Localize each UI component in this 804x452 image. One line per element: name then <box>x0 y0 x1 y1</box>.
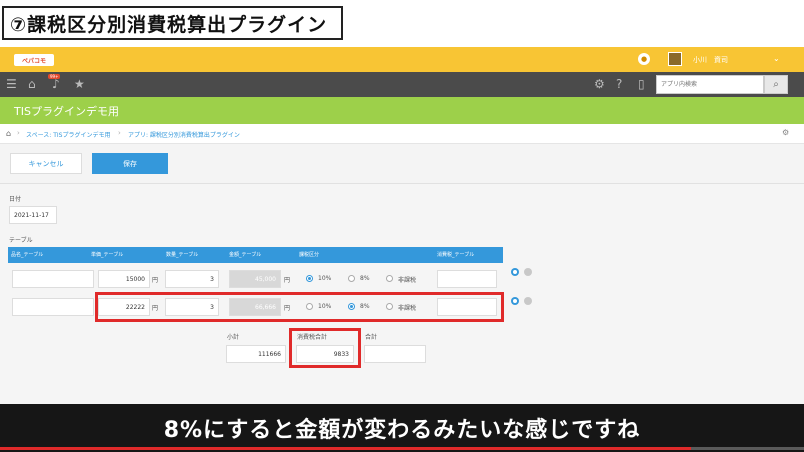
table-label: テーブル <box>9 237 33 244</box>
search-icon[interactable]: ⌕ <box>764 75 788 94</box>
total-label: 合計 <box>365 334 378 341</box>
subtotal-label: 小計 <box>227 334 240 341</box>
column-unit-price: 単価_テーブル <box>91 252 124 258</box>
row1-radio-8-label: 8% <box>360 275 370 282</box>
row2-add-row-button[interactable] <box>511 297 519 305</box>
row1-amount-yen: 円 <box>284 277 291 284</box>
video-progress-bar[interactable] <box>0 447 804 450</box>
action-bar: キャンセル 保存 <box>0 144 804 184</box>
app-title-bar: TISプラグインデモ用 <box>0 97 804 124</box>
video-caption: 8%にすると金額が変わるみたいな感じですね <box>163 418 641 443</box>
tax-total-highlight-box <box>289 328 361 368</box>
record-form: 日付 2021-11-17 テーブル 品名_テーブル 単価_テーブル 数量_テー… <box>0 184 804 404</box>
video-progress-fill <box>0 447 692 450</box>
breadcrumb-space[interactable]: スペース: TISプラグインデモ用 <box>26 130 110 139</box>
user-name[interactable]: 小川 資司 <box>693 55 728 65</box>
caption-band: 8%にすると金額が変わるみたいな感じですね <box>0 404 804 452</box>
column-tax: 消費税_テーブル <box>437 252 475 258</box>
search-input[interactable] <box>657 76 763 93</box>
row2-highlight-box <box>95 292 504 322</box>
row1-radio-10[interactable] <box>306 275 313 282</box>
column-quantity: 数量_テーブル <box>166 252 199 258</box>
row1-quantity-input[interactable]: 3 <box>165 270 219 288</box>
row1-amount-field: 45,000 <box>229 270 281 288</box>
column-item: 品名_テーブル <box>11 252 44 258</box>
save-button[interactable]: 保存 <box>92 153 168 174</box>
row1-radio-exempt-label: 非課税 <box>398 277 417 284</box>
avatar[interactable] <box>668 52 682 66</box>
top-header: ペパコモ ● 小川 資司 ⌄ <box>0 47 804 72</box>
row1-radio-8[interactable] <box>348 275 355 282</box>
breadcrumb-app[interactable]: アプリ: 課税区分別消費税算出プラグイン <box>128 130 240 139</box>
home-icon[interactable]: ⌂ <box>28 77 36 91</box>
breadcrumb-separator: › <box>118 129 121 137</box>
subtotal-field: 111666 <box>226 345 286 363</box>
search-box <box>656 75 764 94</box>
app-logo[interactable]: ペパコモ <box>14 54 54 66</box>
notification-badge: 99+ <box>48 74 61 79</box>
nav-bar: ☰ ⌂ ♪ 99+ ★ ⚙ ? ▯ ⌕ <box>0 72 804 97</box>
date-label: 日付 <box>9 196 22 203</box>
column-tax-class: 課税区分 <box>299 252 320 258</box>
menu-icon[interactable]: ☰ <box>6 77 17 91</box>
breadcrumb: ⌂ › スペース: TISプラグインデモ用 › アプリ: 課税区分別消費税算出プ… <box>0 124 804 144</box>
chevron-down-icon[interactable]: ⌄ <box>773 54 780 63</box>
row1-radio-exempt[interactable] <box>386 275 393 282</box>
row1-unit-price-input[interactable]: 15000 <box>98 270 150 288</box>
mobile-icon[interactable]: ▯ <box>638 77 645 91</box>
app-title: TISプラグインデモ用 <box>14 105 119 118</box>
row1-item-input[interactable] <box>12 270 94 288</box>
table-header: 品名_テーブル 単価_テーブル 数量_テーブル 金額_テーブル 課税区分 消費税… <box>8 247 503 263</box>
total-field <box>364 345 426 363</box>
row1-unit-price-yen: 円 <box>152 277 159 284</box>
row2-remove-row-button[interactable] <box>524 297 532 305</box>
column-amount: 金額_テーブル <box>229 252 262 258</box>
date-field[interactable]: 2021-11-17 <box>9 206 57 224</box>
video-title-band: ⑦課税区分別消費税算出プラグイン <box>0 0 804 47</box>
gear-icon[interactable]: ⚙ <box>594 77 605 91</box>
help-icon[interactable]: ? <box>616 77 622 91</box>
gear-icon[interactable]: ⚙ <box>782 128 789 137</box>
row2-item-input[interactable] <box>12 298 94 316</box>
video-title-box: ⑦課税区分別消費税算出プラグイン <box>2 6 344 40</box>
row1-add-row-button[interactable] <box>511 268 519 276</box>
row1-remove-row-button[interactable] <box>524 268 532 276</box>
bell-icon[interactable]: ● <box>638 53 650 65</box>
cancel-button[interactable]: キャンセル <box>10 153 82 174</box>
row1-tax-field[interactable] <box>437 270 497 288</box>
breadcrumb-home-icon[interactable]: ⌂ <box>6 129 11 138</box>
star-icon[interactable]: ★ <box>74 77 85 91</box>
breadcrumb-separator: › <box>17 129 20 137</box>
video-title: ⑦課税区分別消費税算出プラグイン <box>10 13 328 36</box>
row1-radio-10-label: 10% <box>318 275 332 282</box>
notification-icon[interactable]: ♪ <box>52 77 60 91</box>
